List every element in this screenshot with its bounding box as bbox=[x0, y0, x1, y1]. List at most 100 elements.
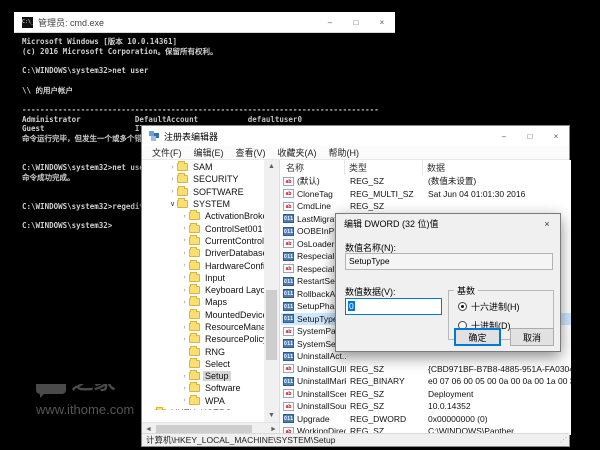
folder-icon bbox=[189, 360, 200, 368]
folder-icon bbox=[177, 188, 188, 196]
registry-value-row[interactable]: ab(默认)REG_SZ(数值未设置) bbox=[281, 175, 571, 188]
radio-hexadecimal[interactable]: 十六进制(H) bbox=[458, 300, 520, 313]
scroll-up-icon[interactable]: ▲ bbox=[264, 160, 279, 173]
chevron-right-icon[interactable]: › bbox=[180, 225, 189, 232]
column-header-name[interactable]: 名称 bbox=[281, 160, 345, 175]
string-value-icon: ab bbox=[283, 239, 294, 248]
tree-item[interactable]: ›DriverDatabase bbox=[142, 247, 264, 259]
value-name: CloneTag bbox=[297, 189, 346, 199]
registry-path: 计算机\HKEY_LOCAL_MACHINE\SYSTEM\Setup bbox=[142, 434, 335, 446]
tree-item[interactable]: ›Keyboard Layou bbox=[142, 284, 264, 296]
tree-item-label: SOFTWARE bbox=[191, 187, 246, 197]
console-line: Microsoft Windows [版本 10.0.14361] bbox=[22, 37, 395, 47]
scrollbar-thumb[interactable] bbox=[266, 290, 277, 360]
binary-value-icon: 011 bbox=[283, 302, 294, 311]
radio-selected-icon[interactable] bbox=[458, 302, 467, 311]
close-icon[interactable]: × bbox=[543, 126, 569, 146]
resize-grip-icon[interactable]: ⋰ bbox=[560, 436, 569, 444]
tree-item[interactable]: MountedDevices bbox=[142, 309, 264, 321]
tree-item[interactable]: › SOFTWARE bbox=[142, 186, 264, 198]
value-data-input[interactable]: 0 bbox=[345, 298, 442, 315]
tree-item[interactable]: ›HardwareConfig bbox=[142, 259, 264, 271]
dialog-titlebar[interactable]: 编辑 DWORD (32 位)值 × bbox=[336, 214, 560, 233]
registry-value-row[interactable]: abCloneTagREG_MULTI_SZSat Jun 04 01:01:3… bbox=[281, 188, 571, 201]
regedit-window-controls: –□× bbox=[491, 126, 569, 146]
maximize-icon[interactable]: □ bbox=[343, 12, 369, 32]
value-data: {CBD971BF-B7B8-4885-951A-FA03044F5D71} bbox=[424, 364, 571, 374]
close-icon[interactable]: × bbox=[534, 214, 560, 233]
string-value-icon: ab bbox=[283, 327, 294, 336]
tree-vertical-scrollbar[interactable]: ▲ ▼ bbox=[264, 160, 279, 422]
value-data-label: 数值数据(V): bbox=[345, 285, 396, 298]
chevron-right-icon[interactable]: › bbox=[168, 188, 177, 195]
menu-item[interactable]: 编辑(E) bbox=[188, 146, 230, 159]
tree-item[interactable]: › SECURITY bbox=[142, 173, 264, 185]
chevron-right-icon[interactable]: › bbox=[168, 164, 177, 171]
tree-item[interactable]: ›SAM bbox=[142, 161, 264, 173]
minimize-icon[interactable]: – bbox=[317, 12, 343, 32]
menu-item[interactable]: 帮助(H) bbox=[323, 146, 366, 159]
cmd-titlebar[interactable]: C:\_ 管理员: cmd.exe –□× bbox=[14, 12, 395, 33]
chevron-right-icon[interactable]: › bbox=[168, 176, 177, 183]
menu-item[interactable]: 收藏夹(A) bbox=[272, 146, 323, 159]
cancel-button[interactable]: 取消 bbox=[510, 328, 554, 346]
registry-value-row[interactable]: abUninstallSourc...REG_SZ10.0.14352 bbox=[281, 400, 571, 413]
chevron-right-icon[interactable]: › bbox=[180, 373, 189, 380]
value-data: Sat Jun 04 01:01:30 2016 bbox=[424, 189, 571, 199]
registry-value-row[interactable]: abUninstallGUIDREG_SZ{CBD971BF-B7B8-4885… bbox=[281, 363, 571, 376]
scroll-down-icon[interactable]: ▼ bbox=[264, 409, 279, 422]
folder-icon bbox=[189, 323, 200, 331]
tree-item[interactable]: Select bbox=[142, 358, 264, 370]
tree-item[interactable]: ›HKEY_USERS bbox=[142, 407, 264, 410]
column-header-data[interactable]: 数据 bbox=[423, 160, 571, 175]
registry-value-row[interactable]: abUninstallScena...REG_SZDeployment bbox=[281, 388, 571, 401]
desktop: C:\_ 管理员: cmd.exe –□× Microsoft Windows … bbox=[0, 0, 600, 450]
value-type: REG_BINARY bbox=[346, 376, 424, 386]
value-name-field[interactable]: SetupType bbox=[345, 253, 553, 270]
chevron-right-icon[interactable]: › bbox=[180, 397, 189, 404]
tree-item[interactable]: ∨SYSTEM bbox=[142, 198, 264, 210]
tree-item-label: SECURITY bbox=[191, 174, 241, 184]
tree-item[interactable]: ›WPA bbox=[142, 395, 264, 407]
tree-item[interactable]: ›Setup bbox=[142, 370, 264, 382]
radio-label: 十六进制(H) bbox=[471, 300, 520, 313]
chevron-right-icon[interactable]: › bbox=[180, 250, 189, 257]
chevron-right-icon[interactable]: › bbox=[180, 324, 189, 331]
string-value-icon: ab bbox=[283, 177, 294, 186]
regedit-titlebar[interactable]: 注册表编辑器 –□× bbox=[142, 126, 569, 146]
tree-item[interactable]: ›CurrentControlSe bbox=[142, 235, 264, 247]
chevron-right-icon[interactable]: › bbox=[180, 336, 189, 343]
tree-item[interactable]: › ResourceManag bbox=[142, 321, 264, 333]
value-type: REG_DWORD bbox=[346, 414, 424, 424]
folder-icon bbox=[189, 335, 200, 343]
tree-item[interactable]: ›Input bbox=[142, 272, 264, 284]
chevron-right-icon[interactable]: › bbox=[180, 262, 189, 269]
chevron-right-icon[interactable]: › bbox=[180, 274, 189, 281]
tree-item[interactable]: ›Maps bbox=[142, 296, 264, 308]
tree-item[interactable]: ›Software bbox=[142, 382, 264, 394]
value-data: (数值未设置) bbox=[424, 175, 571, 187]
chevron-right-icon[interactable]: › bbox=[180, 237, 189, 244]
registry-value-row[interactable]: abCmdLineREG_SZ bbox=[281, 200, 571, 213]
tree-item[interactable]: ›ControlSet001 bbox=[142, 222, 264, 234]
console-line: Administrator DefaultAccount defaultuser… bbox=[22, 115, 395, 125]
chevron-right-icon[interactable]: › bbox=[180, 287, 189, 294]
registry-value-row[interactable]: 011UninstallMarkREG_BINARYe0 07 06 00 05… bbox=[281, 375, 571, 388]
tree-item[interactable]: RNG bbox=[142, 345, 264, 357]
menu-item[interactable]: 查看(V) bbox=[230, 146, 272, 159]
tree-item[interactable]: ›ActivationBroker bbox=[142, 210, 264, 222]
chevron-right-icon[interactable]: › bbox=[180, 213, 189, 220]
chevron-down-icon[interactable]: ∨ bbox=[168, 200, 177, 208]
chevron-right-icon[interactable]: › bbox=[180, 299, 189, 306]
tree-item[interactable]: ›ResourcePolicyS bbox=[142, 333, 264, 345]
minimize-icon[interactable]: – bbox=[491, 126, 517, 146]
ok-button[interactable]: 确定 bbox=[454, 328, 501, 346]
chevron-right-icon[interactable]: › bbox=[180, 385, 189, 392]
regedit-window-title: 注册表编辑器 bbox=[164, 130, 218, 143]
close-icon[interactable]: × bbox=[369, 12, 395, 32]
column-header-type[interactable]: 类型 bbox=[345, 160, 423, 175]
maximize-icon[interactable]: □ bbox=[517, 126, 543, 146]
registry-value-row[interactable]: 011UpgradeREG_DWORD0x00000000 (0) bbox=[281, 413, 571, 426]
menu-item[interactable]: 文件(F) bbox=[146, 146, 188, 159]
tree-item-label: ResourceManag bbox=[203, 322, 264, 332]
